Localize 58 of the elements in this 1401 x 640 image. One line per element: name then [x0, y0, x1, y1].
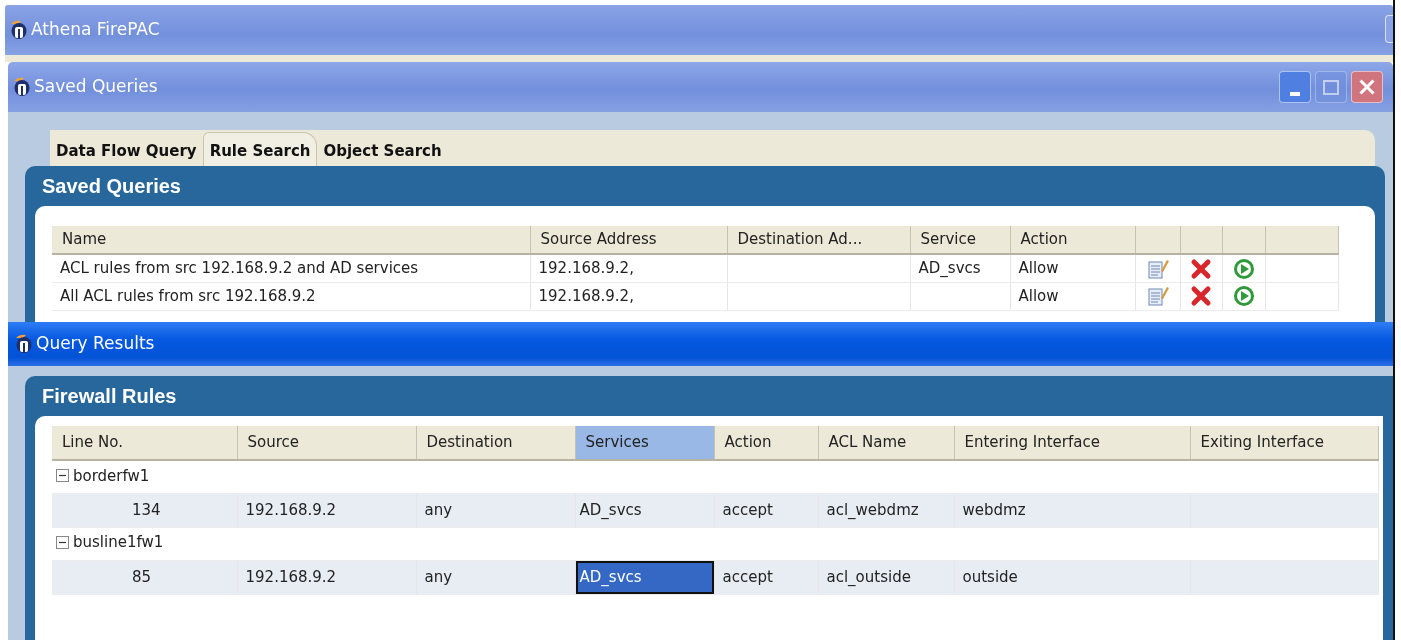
play-icon[interactable] [1232, 285, 1255, 308]
table-cell: accept [722, 567, 773, 586]
close-button[interactable] [1351, 71, 1383, 103]
table-cell: Allow [1018, 286, 1059, 305]
delete-icon[interactable] [1190, 285, 1212, 308]
collapse-icon[interactable] [56, 469, 69, 483]
column-header[interactable]: Action [1010, 226, 1135, 254]
table-cell: outside [962, 567, 1018, 586]
helmet-icon [14, 334, 32, 354]
play-icon[interactable] [1232, 257, 1255, 280]
table-cell: any [424, 567, 453, 586]
close-icon [1359, 79, 1375, 95]
minimize-button[interactable] [1279, 71, 1311, 103]
edit-icon[interactable] [1146, 285, 1169, 308]
table-cell: any [424, 500, 453, 519]
column-header[interactable]: Action [714, 426, 818, 460]
tab[interactable]: Rule Search [202, 131, 318, 166]
column-header[interactable]: Source Address [530, 226, 727, 254]
minimize-icon [1290, 92, 1300, 96]
column-header[interactable]: Line No. [52, 426, 237, 460]
table-cell: 192.168.9.2, [538, 259, 634, 277]
column-header[interactable]: Service [910, 226, 1010, 254]
column-header[interactable]: Exiting Interface [1190, 426, 1378, 460]
helmet-icon [12, 77, 30, 97]
group-label: borderfw1 [73, 465, 150, 487]
panel-title: Saved Queries [42, 174, 182, 199]
window-title: Query Results [36, 332, 155, 356]
table-cell: 134 [132, 500, 161, 519]
column-header[interactable]: Services [575, 426, 714, 460]
helmet-icon [9, 20, 27, 40]
table-cell: accept [722, 500, 773, 519]
column-header[interactable]: ACL Name [818, 426, 954, 460]
table-cell: acl_webdmz [826, 500, 919, 519]
collapse-icon[interactable] [56, 536, 69, 550]
table-cell: 85 [132, 567, 152, 586]
table-cell: 192.168.9.2, [538, 286, 634, 305]
column-header[interactable]: Entering Interface [954, 426, 1190, 460]
window-title: Athena FirePAC [31, 18, 160, 42]
table-cell: webdmz [962, 500, 1026, 519]
table-cell: 192.168.9.2 [245, 500, 337, 519]
table-cell[interactable]: AD_svcs [575, 493, 714, 527]
column-header[interactable]: Destination [416, 426, 575, 460]
table-cell: ACL rules from src 192.168.9.2 and AD services [60, 259, 419, 277]
table-cell: Allow [1018, 259, 1059, 277]
column-header[interactable]: Name [52, 226, 530, 254]
table-cell: acl_outside [826, 567, 911, 586]
table-cell: 192.168.9.2 [245, 567, 337, 586]
table-cell: AD_svcs [918, 259, 981, 277]
column-header[interactable]: Source [237, 426, 416, 460]
window-title: Saved Queries [34, 75, 158, 99]
table-cell[interactable]: AD_svcs [575, 560, 714, 594]
delete-icon[interactable] [1190, 257, 1212, 280]
table-cell: All ACL rules from src 192.168.9.2 [60, 286, 316, 305]
edit-icon[interactable] [1146, 257, 1169, 280]
group-label: busline1fw1 [73, 532, 164, 554]
maximize-icon [1323, 79, 1339, 95]
column-header[interactable]: Destination Ad... [727, 226, 910, 254]
panel-title: Firewall Rules [42, 384, 178, 409]
